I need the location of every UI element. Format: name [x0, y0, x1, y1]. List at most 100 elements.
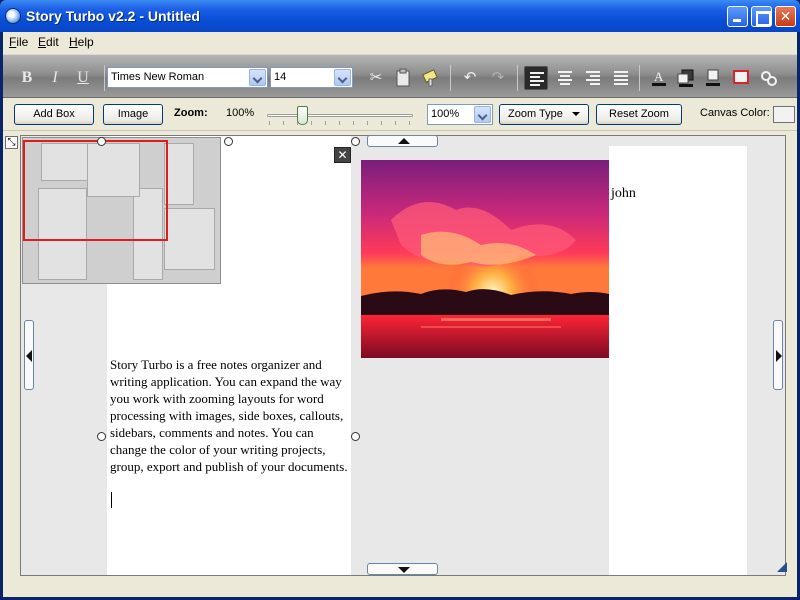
resize-handle[interactable] — [97, 432, 106, 441]
menu-edit[interactable]: Edit — [38, 35, 59, 49]
justify-button[interactable] — [609, 66, 633, 90]
border-color-button[interactable] — [729, 66, 753, 90]
resize-icon[interactable]: ⤡ — [5, 136, 18, 149]
font-color-button[interactable]: A — [647, 66, 671, 90]
add-box-button[interactable]: Add Box — [14, 104, 94, 125]
image-caption[interactable]: john — [611, 186, 636, 202]
toolbar-separator — [517, 65, 518, 91]
align-right-button[interactable] — [581, 66, 605, 90]
undo-icon: ↶ — [463, 69, 477, 86]
overview-box — [164, 208, 215, 270]
arrow-up-icon — [398, 138, 410, 144]
scroll-up-button[interactable] — [367, 135, 438, 147]
resize-handle[interactable] — [224, 137, 233, 146]
toolbar-separator — [104, 65, 105, 91]
zoom-value: 100% — [226, 107, 255, 119]
menu-help[interactable]: Help — [69, 35, 94, 49]
canvas-workspace[interactable]: ⤡ ✕ john Story Turbo is a free notes org… — [5, 135, 787, 576]
scroll-right-button[interactable] — [773, 320, 783, 390]
background-color-button[interactable] — [701, 66, 725, 90]
cut-button[interactable]: ✂ — [364, 66, 388, 90]
font-size-select[interactable]: 14 — [270, 67, 353, 88]
resize-handle[interactable] — [351, 137, 360, 146]
link-icon — [761, 71, 777, 86]
undo-button[interactable]: ↶ — [458, 66, 482, 90]
format-toolbar: B I U Times New Roman 14 ✂ ↶ ↷ A — [3, 54, 797, 98]
zoom-slider-track[interactable] — [267, 114, 413, 117]
font-color-icon: A — [652, 69, 666, 86]
sunset-picture — [361, 160, 609, 358]
paste-button[interactable] — [391, 66, 415, 90]
align-center-icon — [558, 71, 572, 85]
zoom-type-label: Zoom Type — [508, 108, 563, 120]
text-cursor — [111, 492, 112, 508]
zoom-label: Zoom: — [174, 107, 208, 119]
minimize-button[interactable] — [727, 6, 748, 27]
arrow-left-icon — [26, 350, 32, 362]
maximize-button[interactable] — [751, 6, 772, 27]
caption-page[interactable] — [609, 146, 747, 575]
menu-help-accel: H — [69, 35, 78, 49]
paste-icon — [396, 68, 410, 87]
italic-button[interactable]: I — [44, 67, 66, 89]
canvas-color-label: Canvas Color: — [700, 107, 770, 119]
underline-button[interactable]: U — [72, 67, 94, 89]
align-left-icon — [530, 72, 544, 86]
menu-file[interactable]: File — [9, 35, 28, 49]
chevron-down-icon — [249, 69, 266, 86]
font-family-value: Times New Roman — [111, 71, 205, 83]
close-icon: ✕ — [779, 8, 792, 24]
resize-grip-icon[interactable] — [777, 562, 787, 572]
arrow-down-icon — [398, 567, 410, 573]
align-right-icon — [586, 71, 600, 85]
menu-edit-accel: E — [38, 35, 47, 49]
align-left-button[interactable] — [524, 66, 548, 90]
resize-handle[interactable] — [97, 137, 106, 146]
toolbar-separator — [450, 65, 451, 91]
overview-box — [164, 143, 194, 205]
font-size-value: 14 — [274, 71, 287, 83]
scroll-down-button[interactable] — [367, 563, 438, 575]
app-window: Story Turbo v2.2 - Untitled ✕ File Edit … — [0, 0, 800, 600]
cut-icon: ✂ — [369, 69, 383, 86]
background-color-icon — [706, 69, 720, 86]
client-area: File Edit Help B I U Times New Roman 14 … — [3, 32, 797, 597]
format-painter-button[interactable] — [419, 66, 443, 90]
overview-navigator[interactable] — [22, 137, 221, 284]
zoom-type-button[interactable]: Zoom Type — [499, 104, 589, 125]
menu-file-label: ile — [16, 35, 29, 49]
align-center-button[interactable] — [553, 66, 577, 90]
highlight-button[interactable] — [674, 66, 698, 90]
close-box-button[interactable]: ✕ — [334, 147, 351, 163]
menu-help-label: elp — [77, 35, 94, 49]
link-button[interactable] — [757, 66, 781, 90]
redo-button[interactable]: ↷ — [486, 66, 510, 90]
format-painter-icon — [422, 69, 438, 87]
app-icon — [5, 8, 21, 24]
scroll-left-button[interactable] — [24, 320, 34, 390]
status-bar — [3, 580, 797, 597]
menu-bar: File Edit Help — [3, 32, 797, 52]
overview-viewport[interactable] — [23, 140, 168, 241]
window-title: Story Turbo v2.2 - Untitled — [26, 8, 200, 24]
image-button[interactable]: Image — [103, 104, 163, 125]
font-family-select[interactable]: Times New Roman — [107, 67, 268, 88]
svg-text:A: A — [654, 69, 664, 84]
story-text-box[interactable]: Story Turbo is a free notes organizer an… — [110, 356, 350, 475]
title-bar[interactable]: Story Turbo v2.2 - Untitled ✕ — [0, 0, 800, 32]
highlight-icon — [677, 69, 694, 87]
sunset-image[interactable] — [361, 160, 609, 358]
reset-zoom-button[interactable]: Reset Zoom — [596, 104, 682, 125]
bold-button[interactable]: B — [16, 67, 38, 89]
redo-icon: ↷ — [491, 69, 505, 86]
close-button[interactable]: ✕ — [775, 6, 796, 27]
justify-icon — [614, 71, 628, 85]
canvas-color-swatch[interactable] — [773, 106, 795, 123]
chevron-down-icon — [474, 106, 491, 123]
arrow-right-icon — [776, 350, 782, 362]
caret-down-icon — [571, 112, 580, 117]
zoom-select-value: 100% — [431, 108, 460, 120]
zoom-select[interactable]: 100% — [427, 104, 493, 125]
zoom-slider-thumb[interactable] — [297, 106, 308, 125]
resize-handle[interactable] — [351, 432, 360, 441]
